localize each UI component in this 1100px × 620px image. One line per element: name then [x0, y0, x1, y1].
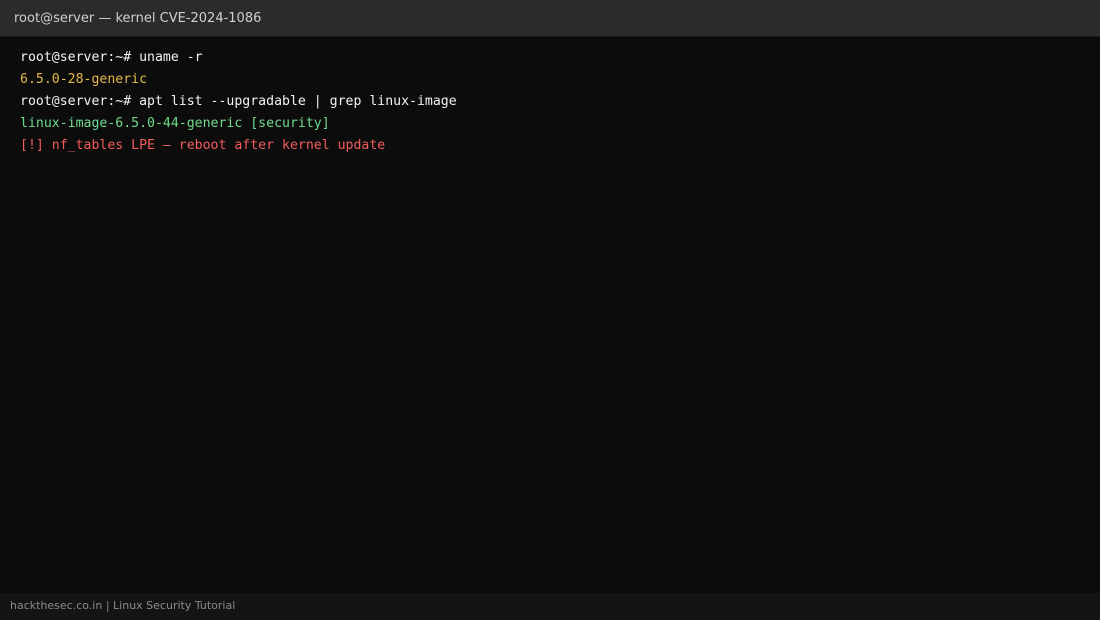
shell-prompt: root@server:~# [20, 94, 140, 109]
title-bar[interactable]: root@server — kernel CVE-2024-1086 [0, 0, 1100, 37]
window-title: root@server — kernel CVE-2024-1086 [14, 11, 262, 26]
terminal-line-command: root@server:~# apt list --upgradable | g… [20, 93, 457, 111]
shell-prompt: root@server:~# [20, 50, 140, 65]
command-text: apt list --upgradable | grep linux-image [139, 94, 457, 109]
terminal-line-command: root@server:~# uname -r [20, 49, 203, 67]
command-text: uname -r [139, 50, 203, 65]
terminal-line-output: 6.5.0-28-generic [20, 72, 148, 87]
terminal-line-output: linux-image-6.5.0-44-generic [security] [20, 116, 330, 131]
terminal-output-area[interactable]: root@server:~# uname -r 6.5.0-28-generic… [0, 37, 1100, 593]
footer-credit: hackthesec.co.in | Linux Security Tutori… [10, 599, 236, 612]
terminal-line-warning: [!] nf_tables LPE — reboot after kernel … [20, 138, 386, 153]
terminal-window: root@server — kernel CVE-2024-1086 root@… [0, 0, 1100, 620]
footer-bar: hackthesec.co.in | Linux Security Tutori… [0, 593, 1100, 620]
